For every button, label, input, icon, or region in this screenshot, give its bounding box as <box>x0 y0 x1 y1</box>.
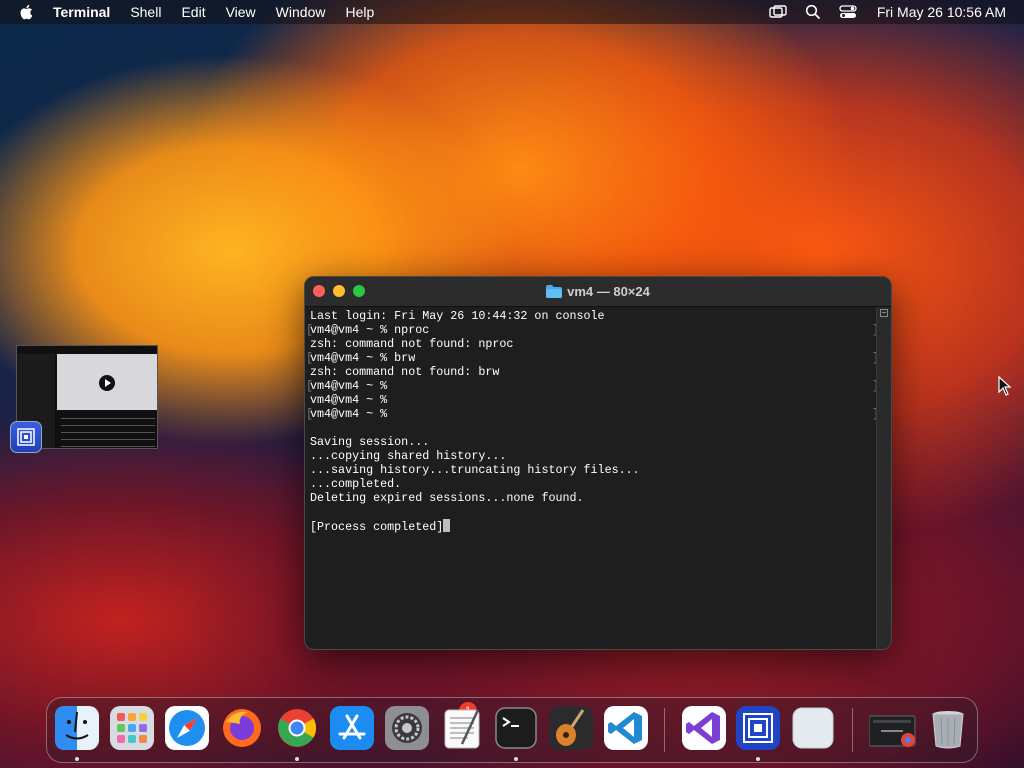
dock-app-store-icon[interactable] <box>330 706 374 750</box>
menu-view[interactable]: View <box>226 4 256 20</box>
dock-garageband-icon[interactable] <box>549 706 593 750</box>
terminal-line: Deleting expired sessions...none found. <box>310 491 584 505</box>
dock-textedit-icon[interactable] <box>440 706 484 750</box>
terminal-line: ...saving history...truncating history f… <box>310 463 640 477</box>
scrollbar-marker-icon[interactable] <box>880 309 888 317</box>
window-title: vm4 — 80×24 <box>305 284 891 299</box>
remote-desktop-app-icon[interactable] <box>10 421 42 453</box>
terminal-line: [vm4@vm4 ~ %] <box>306 379 879 393</box>
terminal-output[interactable]: Last login: Fri May 26 10:44:32 on conso… <box>305 307 879 649</box>
terminal-line: zsh: command not found: nproc <box>310 337 514 351</box>
search-icon[interactable] <box>805 4 821 20</box>
apple-logo-icon[interactable] <box>18 3 36 21</box>
terminal-line: zsh: command not found: brw <box>310 365 500 379</box>
running-indicator <box>756 757 760 761</box>
dock-remote-desktop-icon[interactable] <box>736 706 780 750</box>
folder-icon <box>546 285 563 298</box>
dock-preview-icon[interactable] <box>791 706 835 750</box>
dock-finder-icon[interactable] <box>55 706 99 750</box>
dock-terminal-icon[interactable] <box>494 706 538 750</box>
dock-chrome-icon[interactable] <box>275 706 319 750</box>
menu-bar: Terminal Shell Edit View Window Help Fri… <box>0 0 1024 24</box>
text-cursor <box>443 519 451 532</box>
terminal-line: Last login: Fri May 26 10:44:32 on conso… <box>310 309 605 323</box>
menu-edit[interactable]: Edit <box>181 4 205 20</box>
menu-window[interactable]: Window <box>276 4 326 20</box>
play-icon <box>99 375 115 391</box>
running-indicator <box>75 757 79 761</box>
terminal-line: [vm4@vm4 ~ % brw] <box>306 351 879 365</box>
running-indicator <box>514 757 518 761</box>
control-center-icon[interactable] <box>839 5 857 19</box>
menu-app-name[interactable]: Terminal <box>53 4 110 20</box>
menu-shell[interactable]: Shell <box>130 4 161 20</box>
terminal-line: [Process completed] <box>310 519 875 534</box>
dock-separator <box>852 708 853 752</box>
dock-firefox-icon[interactable] <box>220 706 264 750</box>
dock-launchpad-icon[interactable] <box>110 706 154 750</box>
dock-system-settings-icon[interactable] <box>385 706 429 750</box>
terminal-line: [vm4@vm4 ~ % nproc] <box>306 323 879 337</box>
dock: 1 <box>46 697 978 763</box>
terminal-line: vm4@vm4 ~ % <box>310 393 388 407</box>
dock-visual-studio-icon[interactable] <box>682 706 726 750</box>
menu-help[interactable]: Help <box>345 4 374 20</box>
terminal-window[interactable]: vm4 — 80×24 Last login: Fri May 26 10:44… <box>304 276 892 650</box>
screen-mirroring-icon[interactable] <box>769 5 787 19</box>
window-title-text: vm4 — 80×24 <box>567 284 650 299</box>
dock-trash-icon[interactable] <box>926 706 970 750</box>
dock-vscode-icon[interactable] <box>604 706 648 750</box>
menu-clock[interactable]: Fri May 26 10:56 AM <box>877 4 1006 20</box>
window-titlebar[interactable]: vm4 — 80×24 <box>305 277 891 307</box>
terminal-line: Saving session... <box>310 435 430 449</box>
dock-safari-icon[interactable] <box>165 706 209 750</box>
terminal-line: [vm4@vm4 ~ %] <box>306 407 879 421</box>
terminal-line: ...completed. <box>310 477 402 491</box>
dock-chrome-window-icon[interactable] <box>868 706 916 750</box>
scrollbar[interactable] <box>876 307 891 649</box>
running-indicator <box>295 757 299 761</box>
dock-separator <box>664 708 665 752</box>
thumbnail-list <box>61 412 155 453</box>
concentric-squares-icon <box>17 428 35 446</box>
mouse-pointer-icon <box>998 376 1012 396</box>
terminal-line: ...copying shared history... <box>310 449 507 463</box>
